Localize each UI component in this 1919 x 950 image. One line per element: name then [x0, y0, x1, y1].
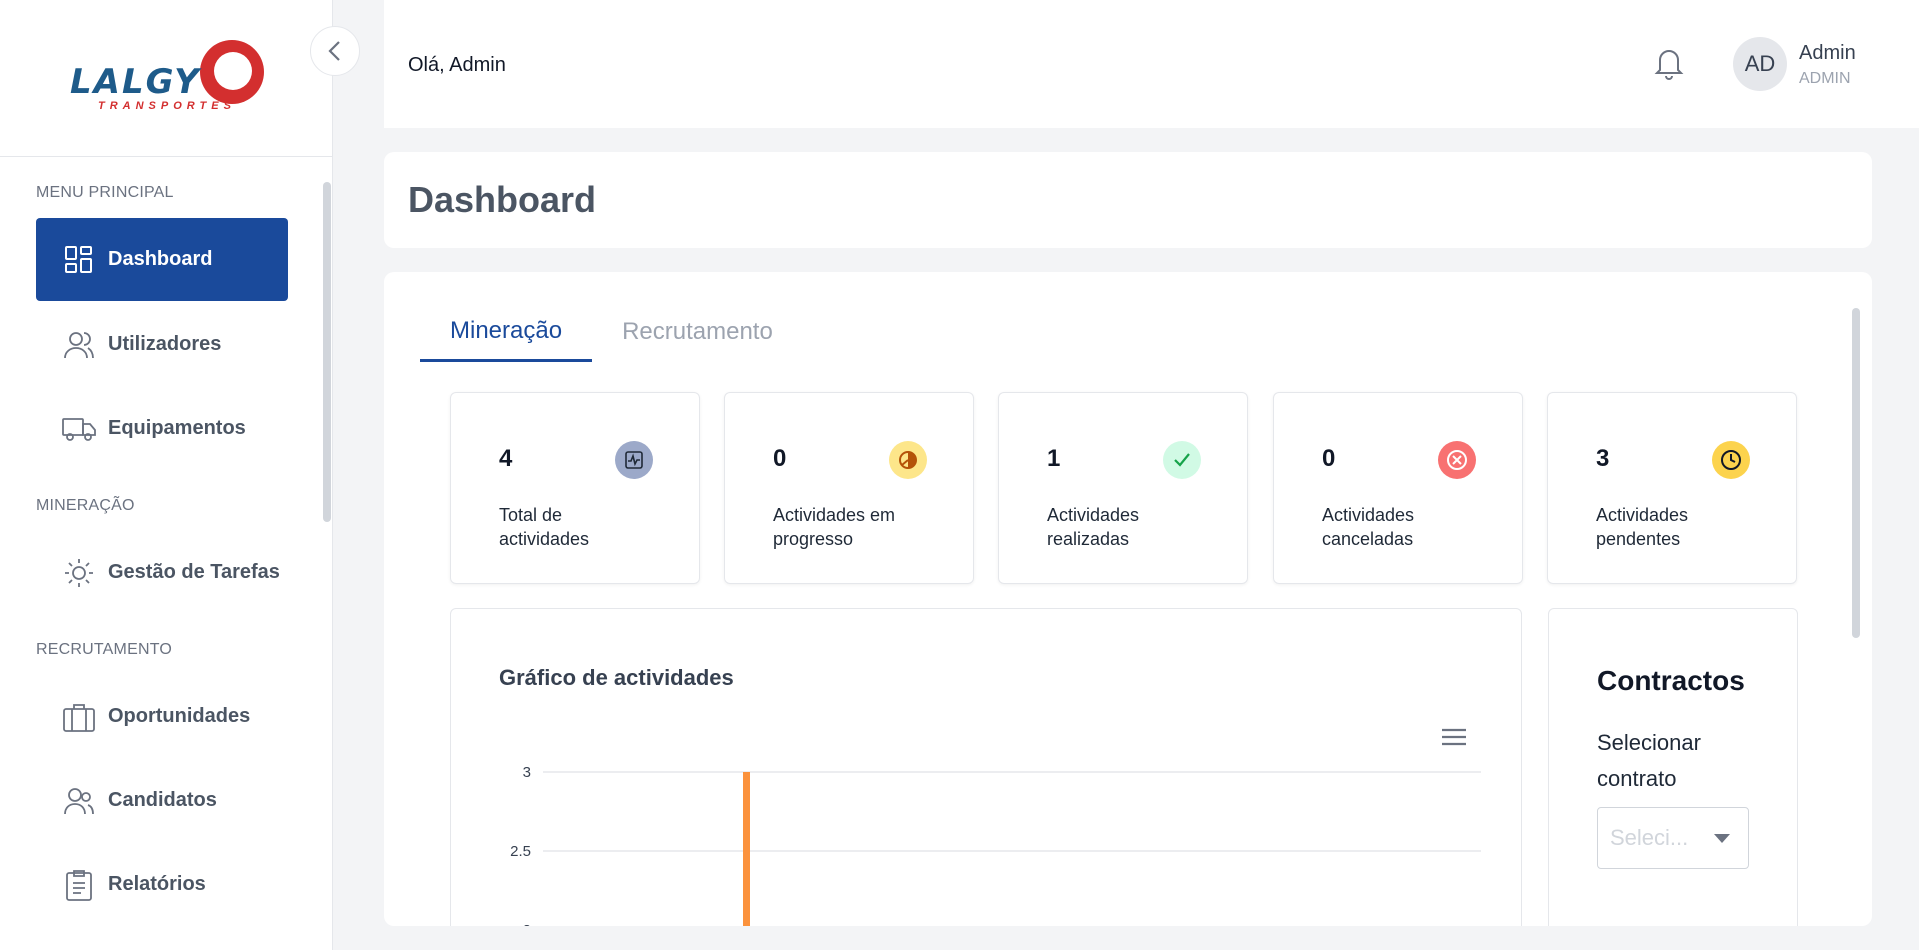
chevron-down-icon — [1714, 834, 1730, 843]
y-tick-label: 3 — [523, 764, 531, 781]
clipboard-icon — [62, 868, 96, 902]
cancel-icon — [1438, 441, 1476, 479]
content-scrollbar[interactable] — [1852, 308, 1860, 638]
y-tick-label: 2 — [523, 922, 531, 926]
activities-chart-card: Gráfico de actividades 3 2.5 2 — [450, 608, 1522, 926]
sidebar-item-label: Equipamentos — [108, 417, 246, 439]
contract-select-placeholder: Seleci... — [1610, 825, 1689, 850]
section-title-menu-principal: MENU PRINCIPAL — [36, 184, 174, 201]
activity-icon — [615, 441, 653, 479]
activities-chart: 32.52 — [510, 764, 1481, 926]
sun-icon — [62, 556, 96, 590]
collapse-sidebar-button[interactable] — [310, 26, 360, 76]
chart-title: Gráfico de actividades — [499, 665, 734, 690]
page-title-card: Dashboard — [384, 152, 1872, 248]
check-icon — [1163, 441, 1201, 479]
sidebar-item-utilizadores[interactable]: Utilizadores — [36, 303, 288, 386]
clock-icon — [1712, 441, 1750, 479]
stat-card-total: 4 Total de actividades — [450, 392, 700, 584]
sidebar-item-label: Utilizadores — [108, 333, 222, 355]
stat-card-em-progresso: 0 Actividades em progresso — [724, 392, 974, 584]
briefcase-icon — [62, 700, 96, 734]
stat-value: 4 — [499, 445, 513, 472]
stat-card-realizadas: 1 Actividades realizadas — [998, 392, 1248, 584]
user-role: ADMIN — [1799, 70, 1851, 87]
contract-select[interactable]: Seleci... — [1597, 807, 1749, 869]
dashboard-grid-icon — [62, 243, 96, 277]
progress-icon — [889, 441, 927, 479]
contracts-title: Contractos — [1597, 665, 1745, 696]
sidebar-item-label: Oportunidades — [108, 705, 251, 727]
logo-subtitle: TRANSPORTES — [98, 100, 236, 112]
notification-bell-icon[interactable] — [1654, 46, 1688, 80]
stat-card-pendentes: 3 Actividades pendentes — [1547, 392, 1797, 584]
stat-label: Actividades canceladas — [1322, 505, 1415, 549]
contracts-card: Contractos Selecionar contrato Seleci... — [1548, 608, 1798, 926]
sidebar-item-equipamentos[interactable]: Equipamentos — [36, 387, 288, 470]
logo-area: LALGY TRANSPORTES — [0, 0, 332, 157]
stat-label: Actividades realizadas — [1047, 505, 1140, 549]
topbar: Olá, Admin AD Admin ADMIN — [384, 0, 1919, 128]
stat-value: 0 — [773, 445, 787, 472]
tab-recrutamento[interactable]: Recrutamento — [592, 302, 803, 362]
greeting-text: Olá, Admin — [408, 54, 506, 76]
tab-bar: Mineração Recrutamento — [420, 302, 803, 362]
sidebar-item-label: Gestão de Tarefas — [108, 561, 280, 583]
logo-emblem-icon — [200, 40, 264, 104]
sidebar-item-label: Dashboard — [108, 248, 213, 270]
chevron-left-icon — [328, 41, 340, 61]
contract-select-label: Selecionar contrato — [1597, 730, 1701, 791]
sidebar: LALGY TRANSPORTES MENU PRINCIPAL Dashboa… — [0, 0, 333, 950]
section-title-mineracao: MINERAÇÃO — [36, 497, 135, 514]
stat-value: 1 — [1047, 445, 1061, 472]
sidebar-item-gestao-de-tarefas[interactable]: Gestão de Tarefas — [36, 531, 288, 614]
user-name[interactable]: Admin — [1799, 42, 1856, 65]
y-tick-label: 2.5 — [510, 843, 531, 860]
stat-label: Total de actividades — [499, 505, 590, 549]
stat-card-canceladas: 0 Actividades canceladas — [1273, 392, 1523, 584]
avatar[interactable]: AD — [1733, 37, 1787, 91]
tab-mineracao[interactable]: Mineração — [420, 302, 593, 362]
users-icon — [62, 328, 96, 362]
page-title: Dashboard — [408, 179, 597, 220]
logo-text: LALGY — [70, 62, 201, 102]
stat-label: Actividades em progresso — [773, 505, 896, 549]
sidebar-item-label: Candidatos — [108, 789, 217, 811]
stat-value: 3 — [1596, 445, 1610, 472]
sidebar-item-candidatos[interactable]: Candidatos — [36, 759, 288, 842]
sidebar-item-oportunidades[interactable]: Oportunidades — [36, 675, 288, 758]
sidebar-item-dashboard[interactable]: Dashboard — [36, 218, 288, 301]
company-logo[interactable]: LALGY TRANSPORTES — [68, 38, 268, 118]
stat-value: 0 — [1322, 445, 1336, 472]
sidebar-item-relatorios[interactable]: Relatórios — [36, 843, 288, 926]
sidebar-item-label: Relatórios — [108, 873, 206, 895]
sidebar-scrollbar[interactable] — [323, 182, 331, 522]
chart-bar[interactable] — [743, 772, 750, 926]
stat-label: Actividades pendentes — [1596, 505, 1689, 549]
dashboard-content: Mineração Recrutamento 4 Total de activi… — [384, 272, 1872, 926]
truck-icon — [62, 412, 96, 446]
candidates-icon — [62, 784, 96, 818]
section-title-recrutamento: RECRUTAMENTO — [36, 641, 173, 658]
